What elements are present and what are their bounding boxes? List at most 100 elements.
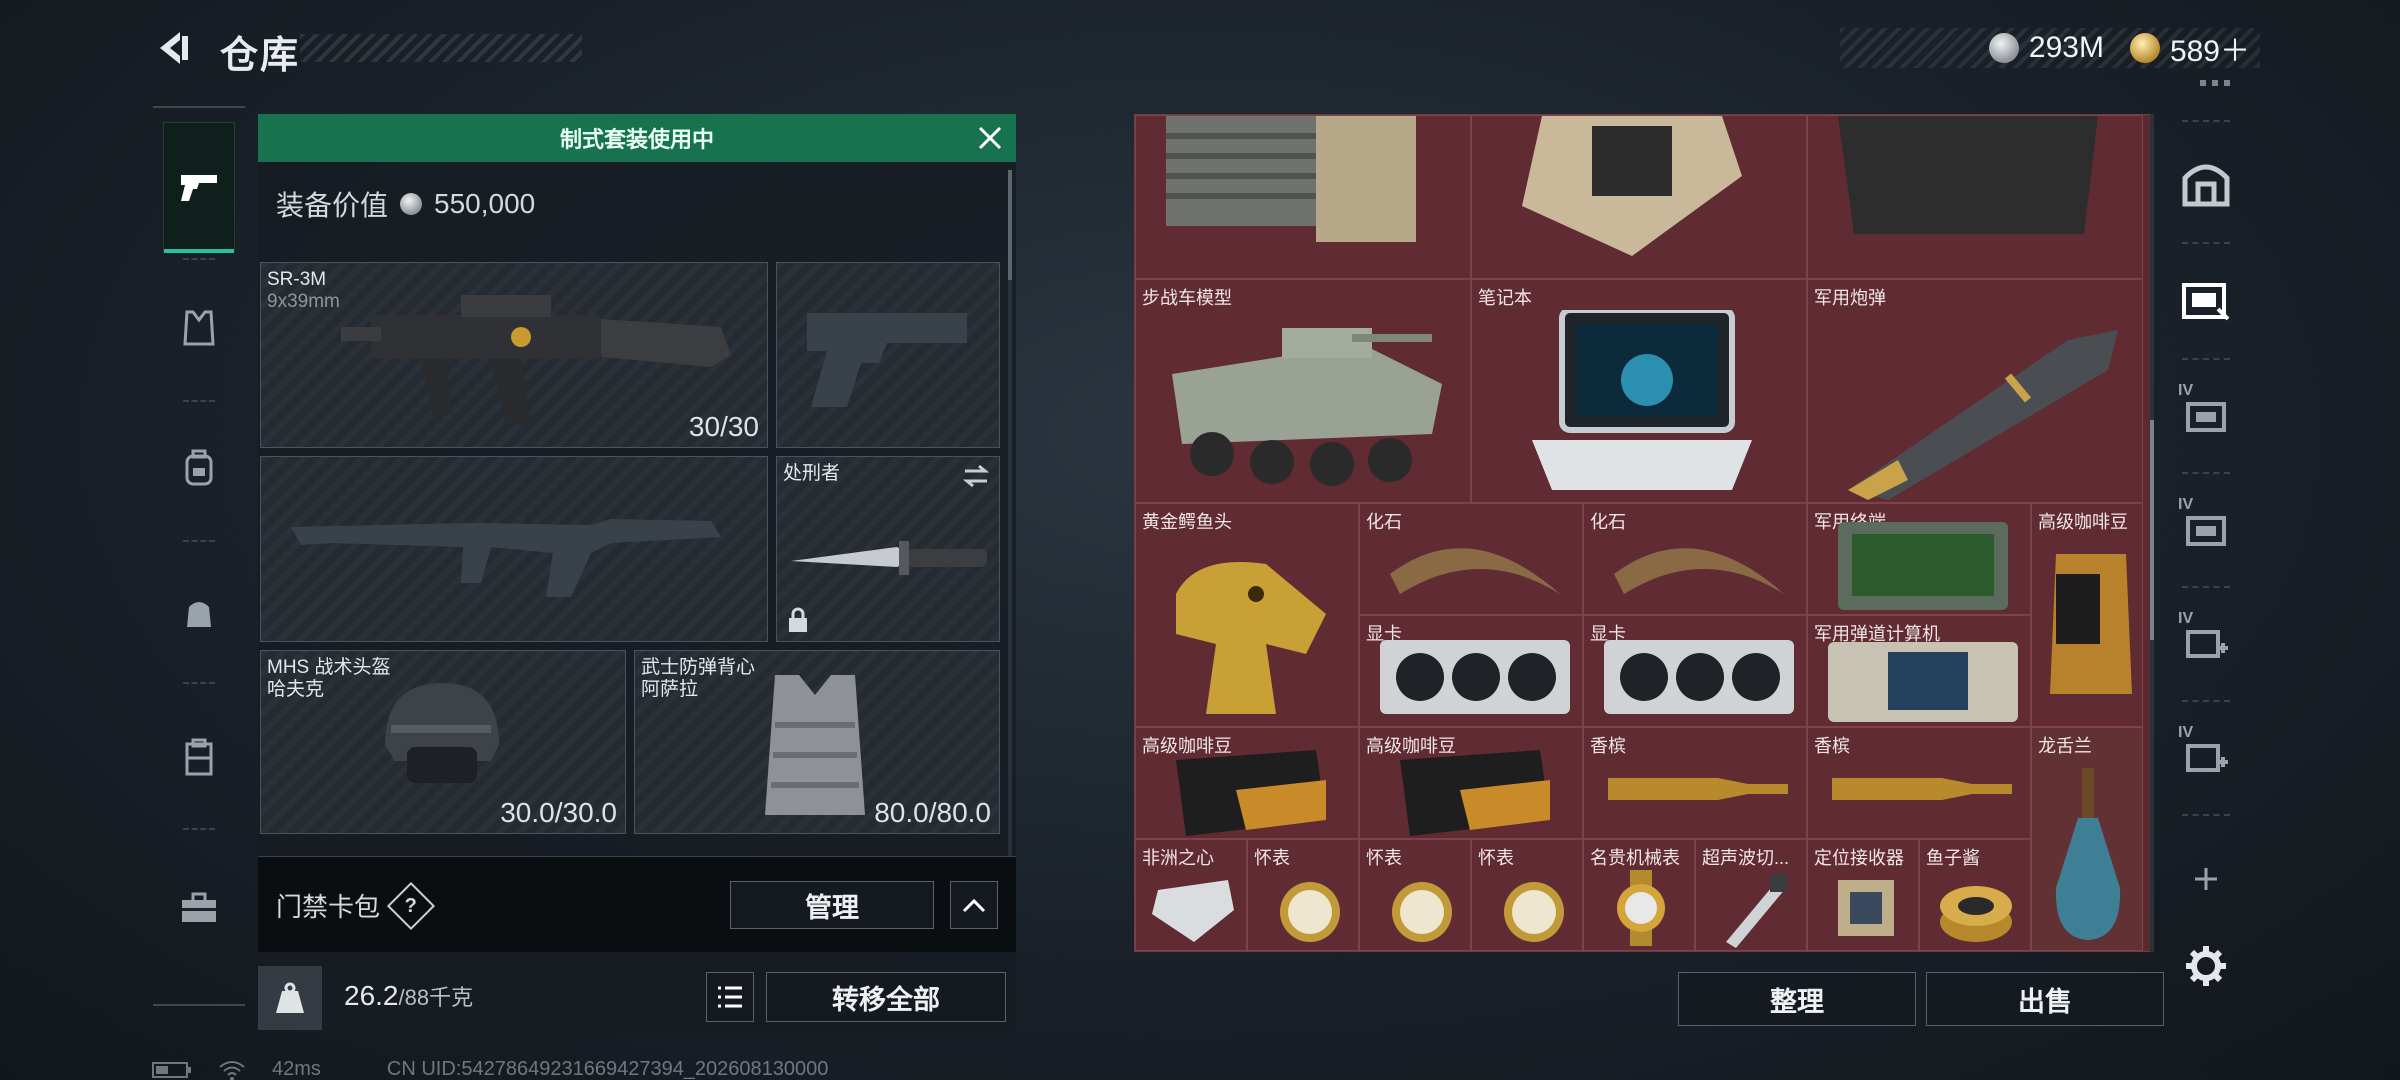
primary-weapon-ammo: 9x39mm: [267, 291, 340, 312]
weight-row: 26.2/88千克 转移全部: [258, 966, 1016, 1030]
tab-storage-add-2[interactable]: IV: [2168, 706, 2244, 806]
stash-cell[interactable]: [1135, 115, 1471, 279]
stash-item-ultrasonic-cutter[interactable]: 超声波切...: [1695, 839, 1807, 951]
stash-item-caviar[interactable]: 鱼子酱: [1919, 839, 2031, 951]
stash-item-locator-receiver[interactable]: 定位接收器: [1807, 839, 1919, 951]
lock-icon: [787, 607, 809, 633]
weight-icon: [258, 966, 322, 1030]
tab-pouch[interactable]: [163, 563, 235, 663]
stash-item-ballistic-computer[interactable]: 军用弹道计算机: [1807, 615, 2031, 727]
helmet-image: [385, 683, 499, 783]
backpack-icon: [185, 449, 213, 486]
armor-slot[interactable]: 武士防弹背心 阿萨拉 80.0/80.0: [634, 650, 1000, 834]
ultrasonic-cutter-image: [1726, 874, 1788, 948]
gold-croc-head-image: [1176, 562, 1326, 714]
stash-item-gold-croc-head[interactable]: 黄金鳄鱼头: [1135, 503, 1359, 727]
stash-item-coffee-beans[interactable]: 高级咖啡豆: [1135, 727, 1359, 839]
champagne-image: [1832, 778, 2012, 800]
preset-banner: 制式套装使用中: [258, 114, 1016, 162]
collapse-button[interactable]: [950, 881, 998, 929]
weight-current: 26.2: [344, 980, 399, 1011]
gold-coin-icon: [2129, 33, 2160, 63]
caviar-tin-image: [1940, 886, 2012, 942]
champagne-image: [1608, 778, 1788, 800]
silver-currency: 293M: [1988, 31, 2104, 65]
stash-item-champagne[interactable]: 香槟: [1583, 727, 1807, 839]
coffee-bag-image: [1176, 750, 1326, 836]
helmet-slot[interactable]: MHS 战术头盔 哈夫克 30.0/30.0: [260, 650, 626, 834]
chevron-up-icon: [962, 898, 986, 913]
primary-ammo-count: 30/30: [688, 411, 759, 442]
tab-backpack[interactable]: [163, 418, 235, 518]
wifi-icon: [219, 1060, 245, 1080]
diamond-image: [1152, 880, 1234, 942]
stash-item-ifv-model[interactable]: 步战车模型: [1135, 279, 1471, 503]
storage-box-icon: [2186, 402, 2226, 432]
item-label: 鱼子酱: [1926, 848, 1980, 868]
tab-storage-add-1[interactable]: IV: [2168, 592, 2244, 692]
primary-weapon-slot[interactable]: SR-3M 9x39mm 30/30: [260, 262, 768, 448]
close-icon[interactable]: [974, 122, 1006, 154]
stash-item-tequila[interactable]: 龙舌兰: [2031, 727, 2143, 951]
stash-item-pocket-watch[interactable]: 怀表: [1359, 839, 1471, 951]
armor-durability: 80.0/80.0: [874, 797, 991, 828]
add-storage-button[interactable]: [2168, 844, 2244, 914]
stash-item-gpu[interactable]: 显卡: [1583, 615, 1807, 727]
manage-button[interactable]: 管理: [730, 881, 934, 929]
swap-icon[interactable]: [961, 463, 991, 489]
fossil-image: [1614, 548, 1784, 594]
storage-rail: IV IV IV IV: [2168, 114, 2244, 1034]
tab-storage-3[interactable]: IV: [2168, 478, 2244, 578]
loadout-scroll-thumb[interactable]: [1008, 170, 1012, 280]
menu-dots-icon[interactable]: [2200, 80, 2240, 88]
stash-item-pocket-watch[interactable]: 怀表: [1471, 839, 1583, 951]
stash-item-laptop[interactable]: 笔记本: [1471, 279, 1807, 503]
tequila-image: [2055, 768, 2121, 940]
title-stripe: [300, 34, 582, 62]
stash-item-coffee-beans[interactable]: 高级咖啡豆: [2031, 503, 2143, 727]
transfer-all-button[interactable]: 转移全部: [766, 972, 1006, 1022]
stash-item-fossil[interactable]: 化石: [1583, 503, 1807, 615]
stash-item-coffee-beans[interactable]: 高级咖啡豆: [1359, 727, 1583, 839]
tab-container[interactable]: [163, 708, 235, 808]
stash-item-gpu[interactable]: 显卡: [1359, 615, 1583, 727]
stash-item-military-terminal[interactable]: 军用终端: [1807, 503, 2031, 615]
settings-button[interactable]: [2168, 926, 2244, 1006]
silver-amount: 293M: [2028, 31, 2104, 64]
tab-toolbox[interactable]: [163, 858, 235, 958]
tab-storage-2[interactable]: IV: [2168, 364, 2244, 464]
laptop-image: [1532, 310, 1752, 490]
toolbox-icon: [182, 892, 216, 922]
stash-item-artillery-shell[interactable]: 军用炮弹: [1807, 279, 2143, 503]
item-label: 超声波切...: [1702, 848, 1790, 868]
sort-button-label: 整理: [1770, 986, 1824, 1017]
help-icon[interactable]: ?: [386, 881, 436, 930]
stash-scroll-thumb[interactable]: [2150, 420, 2154, 640]
tab-storage-1[interactable]: [2168, 250, 2244, 350]
back-arrow-icon[interactable]: [150, 26, 194, 70]
melee-slot[interactable]: 处刑者: [776, 456, 1000, 642]
stash-cell[interactable]: [1471, 115, 1807, 279]
stash-item-champagne[interactable]: 香槟: [1807, 727, 2031, 839]
tab-armor[interactable]: [163, 278, 235, 378]
list-view-button[interactable]: [706, 972, 754, 1022]
rifle-silhouette-icon: [291, 519, 721, 597]
safe-icon: [2182, 164, 2230, 207]
stash-item-pocket-watch[interactable]: 怀表: [1247, 839, 1359, 951]
gold-amount: 589＋: [2169, 35, 2250, 68]
tab-weapons[interactable]: [163, 122, 235, 253]
stash-cell[interactable]: [1807, 115, 2143, 279]
cpu-image: [1522, 116, 1742, 256]
storage-add-icon: [2186, 630, 2228, 658]
stash-item-fossil[interactable]: 化石: [1359, 503, 1583, 615]
item-label: 高级咖啡豆: [2038, 512, 2128, 532]
secondary-weapon-slot[interactable]: [260, 456, 768, 642]
sort-button[interactable]: 整理: [1678, 972, 1916, 1026]
coffee-bag-image: [1400, 750, 1550, 836]
stash-item-heart-of-africa[interactable]: 非洲之心: [1135, 839, 1247, 951]
stash-item-luxury-watch[interactable]: 名贵机械表: [1583, 839, 1695, 951]
sell-button[interactable]: 出售: [1926, 972, 2164, 1026]
tab-safe-box[interactable]: [2168, 134, 2244, 234]
gold-currency[interactable]: 589＋: [2129, 26, 2250, 70]
sidearm-slot[interactable]: [776, 262, 1000, 448]
